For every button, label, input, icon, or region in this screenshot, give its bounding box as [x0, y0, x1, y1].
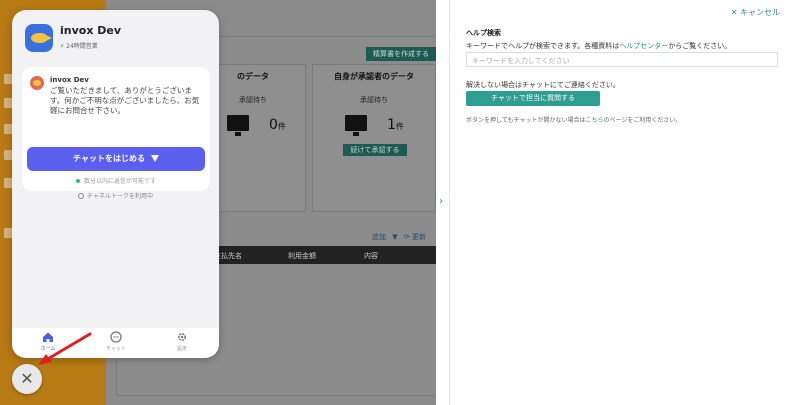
welcome-message: ご覧いただきまして、ありがとうございます。何かご不明な点がございましたら、お気軽… [50, 86, 200, 115]
continue-approve-button[interactable]: 続けて承認する [343, 144, 407, 156]
collapse-strip[interactable]: › [436, 0, 450, 405]
gear-icon [177, 332, 187, 342]
widget-status: ⚡ 24時間営業 [60, 43, 98, 50]
welcome-card: invox Dev ご覧いただきまして、ありがとうございます。何かご不明な点がご… [22, 67, 210, 191]
filter-icon[interactable]: ▼ [392, 233, 397, 241]
column-header: 利用金額 [288, 252, 316, 260]
channel-talk-credit[interactable]: チャネルトークを利用中 [12, 191, 219, 200]
online-dot-icon [75, 179, 80, 183]
annotation-arrow-icon [38, 332, 92, 365]
sender-avatar [30, 76, 44, 90]
refresh-button[interactable]: 更新 [412, 233, 426, 241]
help-search-description: キーワードでヘルプが検索できます。各種資料はヘルプセンターからご覧ください。 [466, 42, 732, 50]
channel-talk-icon [78, 193, 85, 199]
data-card-approver: 自身が承認者のデータ 承認待ち 1件 続けて承認する [312, 64, 436, 212]
help-search-input[interactable]: キーワードを入力してください [466, 52, 778, 67]
unresolved-text: 解決しない場合はチャットにてご連絡ください。 [466, 81, 620, 89]
start-chat-button[interactable]: チャットをはじめる [27, 147, 205, 171]
create-statement-button[interactable]: 精算書を作成する [366, 47, 436, 61]
cancel-label: キャンセル [740, 8, 780, 17]
card-subtitle: 承認待ち [360, 96, 388, 104]
chat-widget: invox Dev ⚡ 24時間営業 invox Dev ご覧いただきまして、あ… [12, 10, 219, 358]
close-icon: ✕ [730, 8, 738, 17]
widget-name: invox Dev [60, 24, 122, 37]
send-icon [150, 155, 159, 162]
tab-chat[interactable]: チャット [96, 331, 136, 352]
help-note: ボタンを押してもチャットが開かない場合はこちらのページをご利用ください。 [466, 117, 682, 124]
add-button[interactable]: 追加 [372, 233, 386, 241]
help-panel: › ✕ キャンセル ヘルプ検索 キーワードでヘルプが検索できます。各種資料はヘル… [436, 0, 800, 405]
bot-avatar [25, 24, 53, 52]
help-center-link[interactable]: ヘルプセンター [619, 42, 668, 50]
chevron-right-icon[interactable]: › [439, 196, 443, 207]
reply-time: 数分以内に返信が可能です [22, 176, 210, 185]
refresh-icon[interactable]: ⟳ [404, 233, 410, 241]
column-header: 内容 [364, 252, 378, 260]
card-title: 自身が承認者のデータ [334, 72, 414, 81]
card-count: 1件 [387, 117, 404, 133]
list-actions: 追加 ▼ ⟳ 更新 [372, 232, 426, 242]
fish-icon [31, 33, 52, 43]
card-count: 0件 [269, 117, 286, 133]
chat-with-support-button[interactable]: チャットで担当に質問する [466, 91, 600, 106]
table-header: 支払先名 利用金額 内容 [200, 246, 436, 264]
message-sender: invox Dev [50, 76, 89, 84]
alternate-page-link[interactable]: こちら [585, 117, 603, 124]
cancel-button[interactable]: ✕ キャンセル [731, 7, 780, 18]
monitor-icon [345, 115, 367, 136]
help-search-title: ヘルプ検索 [466, 29, 501, 37]
lightning-icon: ⚡ [60, 43, 65, 50]
monitor-icon [227, 115, 249, 136]
tab-settings[interactable]: 設定 [162, 331, 202, 352]
chat-icon [110, 331, 122, 343]
